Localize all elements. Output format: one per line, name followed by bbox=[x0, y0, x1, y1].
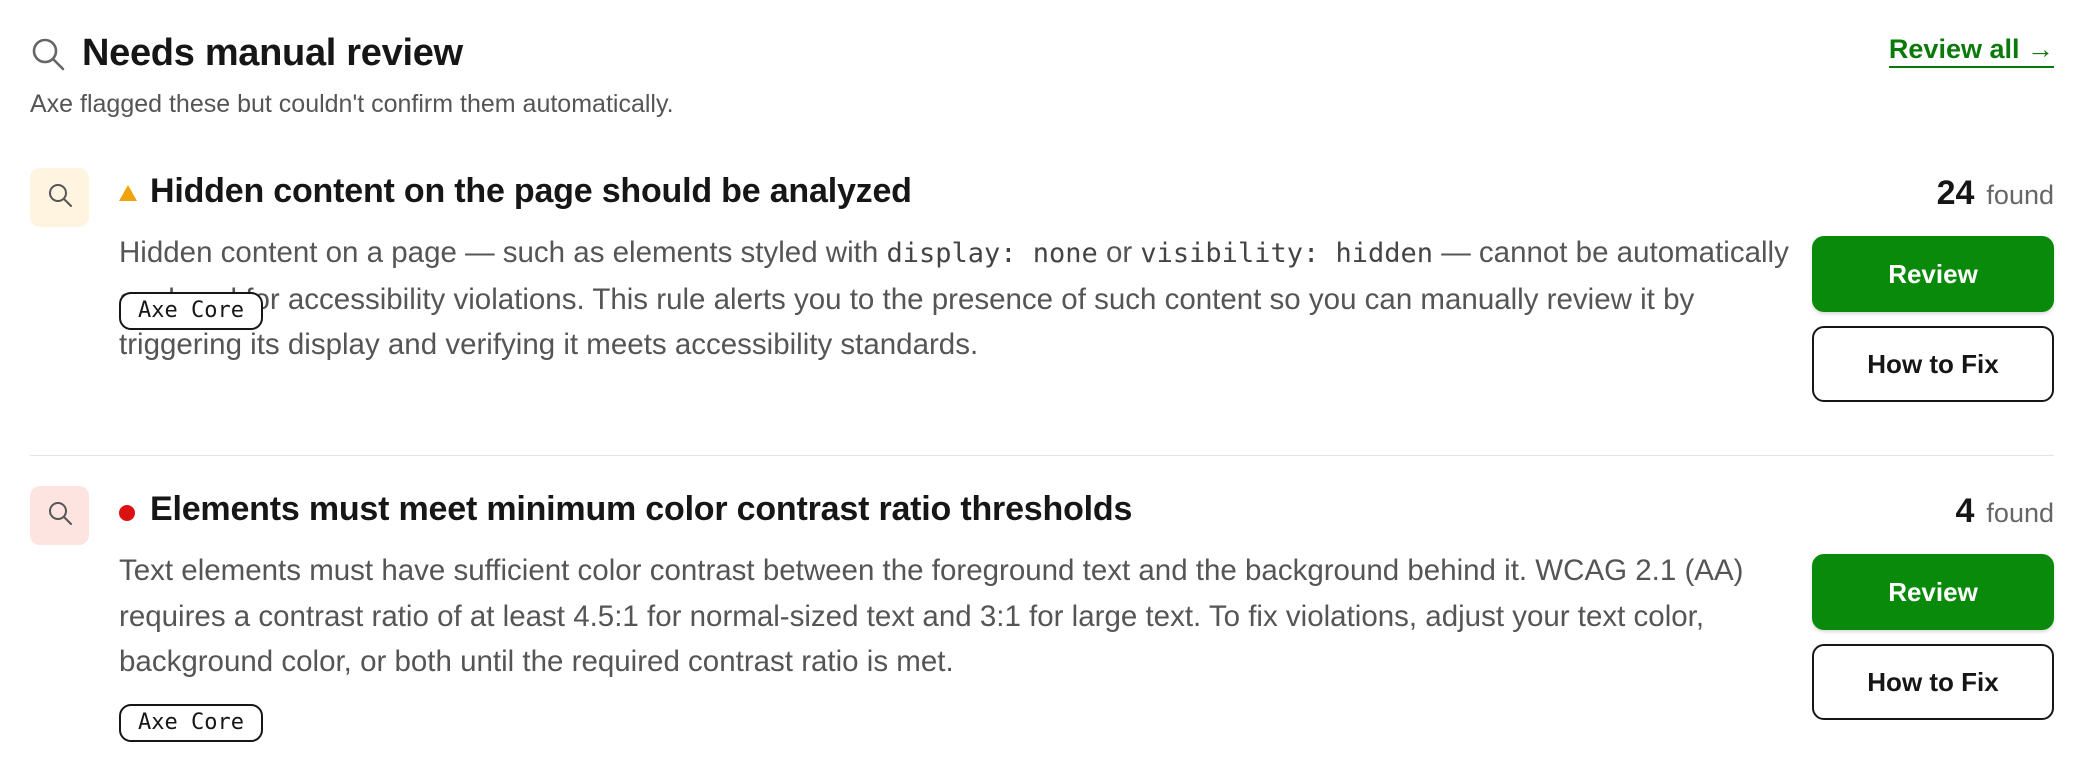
code-snippet: visibility: hidden bbox=[1140, 238, 1434, 269]
count-label: found bbox=[1986, 180, 2054, 210]
section-header: Needs manual review Review all → Axe fla… bbox=[30, 28, 2054, 124]
code-snippet: display: none bbox=[886, 238, 1098, 269]
warning-triangle-icon bbox=[119, 185, 137, 201]
issue-count: 24 found bbox=[1937, 174, 2054, 213]
source-tag: Axe Core bbox=[119, 704, 263, 742]
count-label: found bbox=[1986, 498, 2054, 528]
review-button[interactable]: Review bbox=[1812, 554, 2054, 630]
section-title: Needs manual review bbox=[82, 32, 463, 74]
issue-title: Hidden content on the page should be ana… bbox=[150, 172, 912, 210]
issue-description: Hidden content on a page — such as eleme… bbox=[119, 236, 1789, 361]
issue-card: Elements must meet minimum color contras… bbox=[30, 484, 2054, 754]
search-icon bbox=[46, 181, 74, 214]
search-icon bbox=[30, 36, 66, 72]
issue-icon-badge bbox=[30, 486, 89, 545]
count-number: 24 bbox=[1936, 174, 1975, 212]
how-to-fix-button[interactable]: How to Fix bbox=[1812, 326, 2054, 402]
review-button[interactable]: Review bbox=[1812, 236, 2054, 312]
divider bbox=[30, 455, 2054, 456]
issue-icon-badge bbox=[30, 168, 89, 227]
how-to-fix-button[interactable]: How to Fix bbox=[1812, 644, 2054, 720]
critical-dot-icon bbox=[119, 503, 135, 521]
issue-card: Hidden content on the page should be ana… bbox=[30, 166, 2054, 456]
source-tag: Axe Core bbox=[119, 292, 263, 330]
count-number: 4 bbox=[1955, 492, 1975, 530]
search-icon bbox=[46, 499, 74, 532]
section-subtitle: Axe flagged these but couldn't confirm t… bbox=[30, 90, 674, 118]
issue-count: 4 found bbox=[1956, 492, 2055, 531]
issue-description: Text elements must have sufficient color… bbox=[119, 554, 1744, 678]
issue-title: Elements must meet minimum color contras… bbox=[150, 490, 1133, 528]
review-all-link[interactable]: Review all → bbox=[1888, 34, 2054, 68]
